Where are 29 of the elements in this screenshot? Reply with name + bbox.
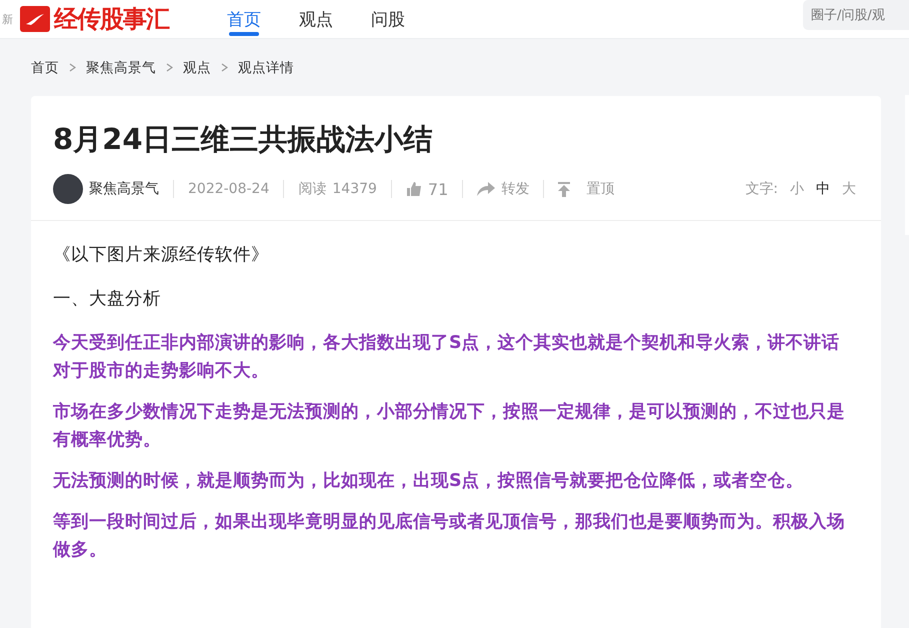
paragraph: 市场在多少数情况下走势是无法预测的，小部分情况下，按照一定规律，是可以预测的，不过也只是有概率优势。 [53,400,846,452]
logo-icon [20,6,50,32]
read-count: 14379 [332,181,377,197]
article-title: 8月24日三维三共振战法小结 [52,121,434,158]
read-label: 阅读 [298,180,326,198]
search-field[interactable]: 圈子/问股/观 [803,0,909,30]
paragraph: 《以下图片来源经传软件》 [53,244,270,267]
logo-text: 经传股事汇 [54,3,169,35]
pin-top-icon [558,182,570,196]
paragraph: 等到一段时间过后，如果出现毕竟明显的见底信号或者见顶信号，那我们也是要顺势而为。积极入场做多。 [53,510,846,562]
chevron-icon [221,60,228,74]
publish-date: 2022-08-24 [188,181,270,197]
paragraph: 今天受到任正非内部演讲的影响，各大指数出现了S点，这个其实也就是个契机和导火索，讲不讲话对于股市的走势影响不大。 [53,332,841,383]
nav-tab[interactable]: 首页 [227,0,261,38]
breadcrumb-link[interactable]: 首页 [31,58,59,76]
breadcrumb-link[interactable]: 聚焦高景气 [86,58,156,76]
paragraph: 无法预测的时候，就是顺势而为，比如现在，出现S点，按照信号就要把仓位降低，或者空仓。 [53,470,805,493]
author-name[interactable]: 聚焦高景气 [89,180,159,198]
paragraph: 一、大盘分析 [53,288,162,311]
chevron-icon [166,60,173,74]
nav-tab[interactable]: 问股 [371,0,405,38]
font-size-option[interactable]: 中 [816,180,830,198]
nav-tab[interactable]: 观点 [299,0,333,38]
share-arrow-icon [477,182,496,196]
thumbs-up-icon [406,181,422,197]
chevron-icon [69,60,76,74]
avatar [53,174,83,204]
font-size-label: 文字: [745,180,778,198]
breadcrumb-link[interactable]: 观点 [183,58,211,76]
